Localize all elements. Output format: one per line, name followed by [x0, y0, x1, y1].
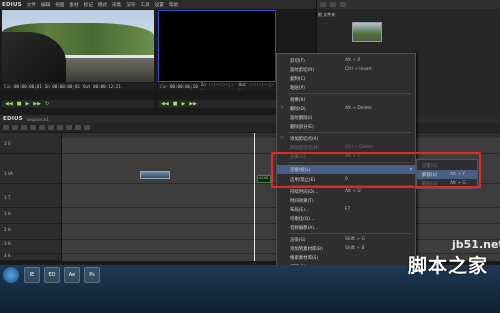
rec-play-icon[interactable]: ▶ [181, 101, 185, 107]
ctx-item-add-to-bin[interactable]: 添加到素材库(B) Shift + B [277, 244, 415, 253]
menu-view[interactable]: 视图 [55, 2, 64, 8]
menu-mode[interactable]: 模式 [98, 2, 107, 8]
player-controls: ◀◀ ■ ▶ ▶▶ ↻ [2, 100, 154, 108]
tool-snap-icon[interactable] [84, 125, 90, 130]
ctx-item-cut[interactable]: 剪切(T) Alt + X [277, 56, 415, 65]
recorder-out-point: Out --:--:--;-- [238, 81, 274, 92]
bin-root-folder[interactable]: 根 文件夹 [318, 12, 335, 17]
track-header-2a[interactable]: 2 A [0, 225, 62, 240]
menu-settings[interactable]: 设置 [155, 2, 164, 8]
menu-help[interactable]: 帮助 [169, 2, 178, 8]
menu-render[interactable]: 渲染 [126, 2, 135, 8]
ctx-item-duration[interactable]: 持续时间(D)... Alt + U [277, 187, 415, 196]
add-cut-icon: ✂ [280, 135, 285, 141]
ctx-item-audio-offset[interactable]: 音频偏移(A)... [277, 223, 415, 232]
ctx-item-search-bin[interactable]: 搜索素材库(S) [277, 253, 415, 262]
tool-open-icon[interactable] [12, 125, 18, 130]
menu-clip[interactable]: 素材 [69, 2, 78, 8]
ctx-separator [287, 93, 412, 94]
tool-cut-icon[interactable] [48, 125, 54, 130]
taskbar-app-ps[interactable]: Ps [84, 267, 100, 283]
tool-redo-icon[interactable] [39, 125, 45, 130]
rec-prev-icon[interactable]: ◀◀ [161, 101, 169, 107]
ctx-item-delete-part[interactable]: 删除部分(E) [277, 122, 415, 131]
bin-view-icon[interactable] [340, 2, 346, 7]
menu-file[interactable]: 文件 [27, 2, 36, 8]
timeline-clip[interactable] [140, 171, 170, 179]
start-button[interactable] [3, 267, 19, 283]
recorder-timecode-bar: Cur 00:00:06;10 In --:--:--;-- Out --:--… [158, 81, 276, 92]
menu-marker[interactable]: 标记 [84, 2, 93, 8]
taskbar-app-edius[interactable]: ED [44, 267, 60, 283]
recorder-monitor[interactable] [158, 10, 276, 82]
ctx-item-copy[interactable]: 复制(C) [277, 74, 415, 83]
timeline-clip-marker[interactable]: 01AS [257, 175, 271, 183]
timeline-titlebar: EDIUS sequence1 [0, 115, 500, 123]
ctx-item-ripple-delete[interactable]: 波纹删除(I) [277, 113, 415, 122]
player-cur-label: Cur [4, 84, 11, 89]
tool-save-icon[interactable] [21, 125, 27, 130]
timeline-logo: EDIUS [3, 116, 23, 122]
timeline-sequence[interactable]: sequence1 [27, 117, 49, 122]
recorder-cur-label: Cur [160, 84, 167, 89]
ctx-separator [287, 132, 412, 133]
ctx-item-layout[interactable]: 布局(E)... F7 [277, 205, 415, 214]
highlight-box [271, 152, 481, 188]
player-timecode-bar: Cur 00:00:00;01 In 00:00:00;01 Out 00:00… [2, 83, 154, 90]
ctx-item-time-effect[interactable]: 时间效果(T) [277, 196, 415, 205]
tool-copy-icon[interactable] [57, 125, 63, 130]
recorder-cur-timecode: 00:00:06;10 [169, 84, 198, 89]
ctx-item-replace[interactable]: 替换(R) [277, 95, 415, 104]
ctx-item-delete[interactable]: ✕ 删除(D) Alt + Delete [277, 104, 415, 113]
watermark-brand: 脚本之家 [408, 255, 489, 277]
menu-tools[interactable]: 工具 [140, 2, 149, 8]
bin-folder-tree[interactable]: 根 文件夹 [318, 12, 350, 18]
bin-toolbar [317, 0, 500, 9]
taskbar-app-ae[interactable]: Ae [64, 267, 80, 283]
stop-icon[interactable]: ■ [17, 101, 22, 107]
track-header-1v[interactable]: 1 V [0, 139, 62, 154]
timeline-playhead[interactable] [254, 133, 255, 261]
tool-paste-icon[interactable] [66, 125, 72, 130]
ctx-item-render[interactable]: 渲染(G) Shift + G [277, 235, 415, 244]
track-header-1a[interactable]: 1 A [0, 209, 62, 224]
rec-stop-icon[interactable]: ■ [173, 101, 178, 107]
watermark-site: jb51.net [452, 238, 500, 251]
prev-frame-icon[interactable]: ◀◀ [5, 101, 13, 107]
ctx-item-remove-cut[interactable]: 移除剪切点(M) Ctrl + Delete [277, 143, 415, 152]
timeline-toolbar [0, 123, 500, 132]
track-header-1t[interactable]: 1 T [0, 193, 62, 208]
player-out-point: Out 00:00:12;21 [83, 84, 121, 89]
menu-edit[interactable]: 编辑 [41, 2, 50, 8]
recorder-controls: ◀◀ ■ ▶ ▶▶ [158, 100, 276, 108]
bin-folder-icon[interactable] [320, 2, 326, 7]
tool-undo-icon[interactable] [30, 125, 36, 130]
rec-next-icon[interactable]: ▶▶ [189, 101, 197, 107]
recorder-in-point: In --:--:--;-- [200, 81, 234, 92]
next-frame-icon[interactable]: ▶▶ [33, 101, 41, 107]
ctx-item-equalize[interactable]: 均衡化(Q)... [277, 214, 415, 223]
taskbar-app-ie[interactable]: IE [24, 267, 40, 283]
track-header-4a[interactable]: 4 A [0, 251, 62, 261]
player-cur-timecode: 00:00:00;01 [13, 84, 42, 89]
ctx-item-ripple-cut[interactable]: 波纹剪切(R) Ctrl + Insert [277, 65, 415, 74]
player-monitor[interactable] [2, 10, 154, 82]
bin-search-icon[interactable] [330, 2, 336, 7]
menu-capture[interactable]: 采集 [112, 2, 121, 8]
ctx-item-add-cut[interactable]: ✂ 添加剪切点(A) [277, 134, 415, 143]
play-icon[interactable]: ▶ [25, 101, 29, 107]
tool-delete-icon[interactable] [75, 125, 81, 130]
ctx-separator [287, 233, 412, 234]
bin-clip-thumbnail[interactable] [352, 22, 382, 42]
tool-new-icon[interactable] [3, 125, 9, 130]
ctx-item-paste[interactable]: 粘贴(P) [277, 83, 415, 92]
app-logo: EDIUS [2, 1, 22, 8]
track-header-1va[interactable]: 1 VA [0, 169, 62, 184]
player-in-point: In 00:00:00;01 [44, 84, 81, 89]
track-headers: 1 V 1 VA 1 T 1 A 2 A 3 A 4 A [0, 133, 62, 261]
delete-icon: ✕ [280, 105, 285, 111]
loop-icon[interactable]: ↻ [45, 101, 49, 107]
